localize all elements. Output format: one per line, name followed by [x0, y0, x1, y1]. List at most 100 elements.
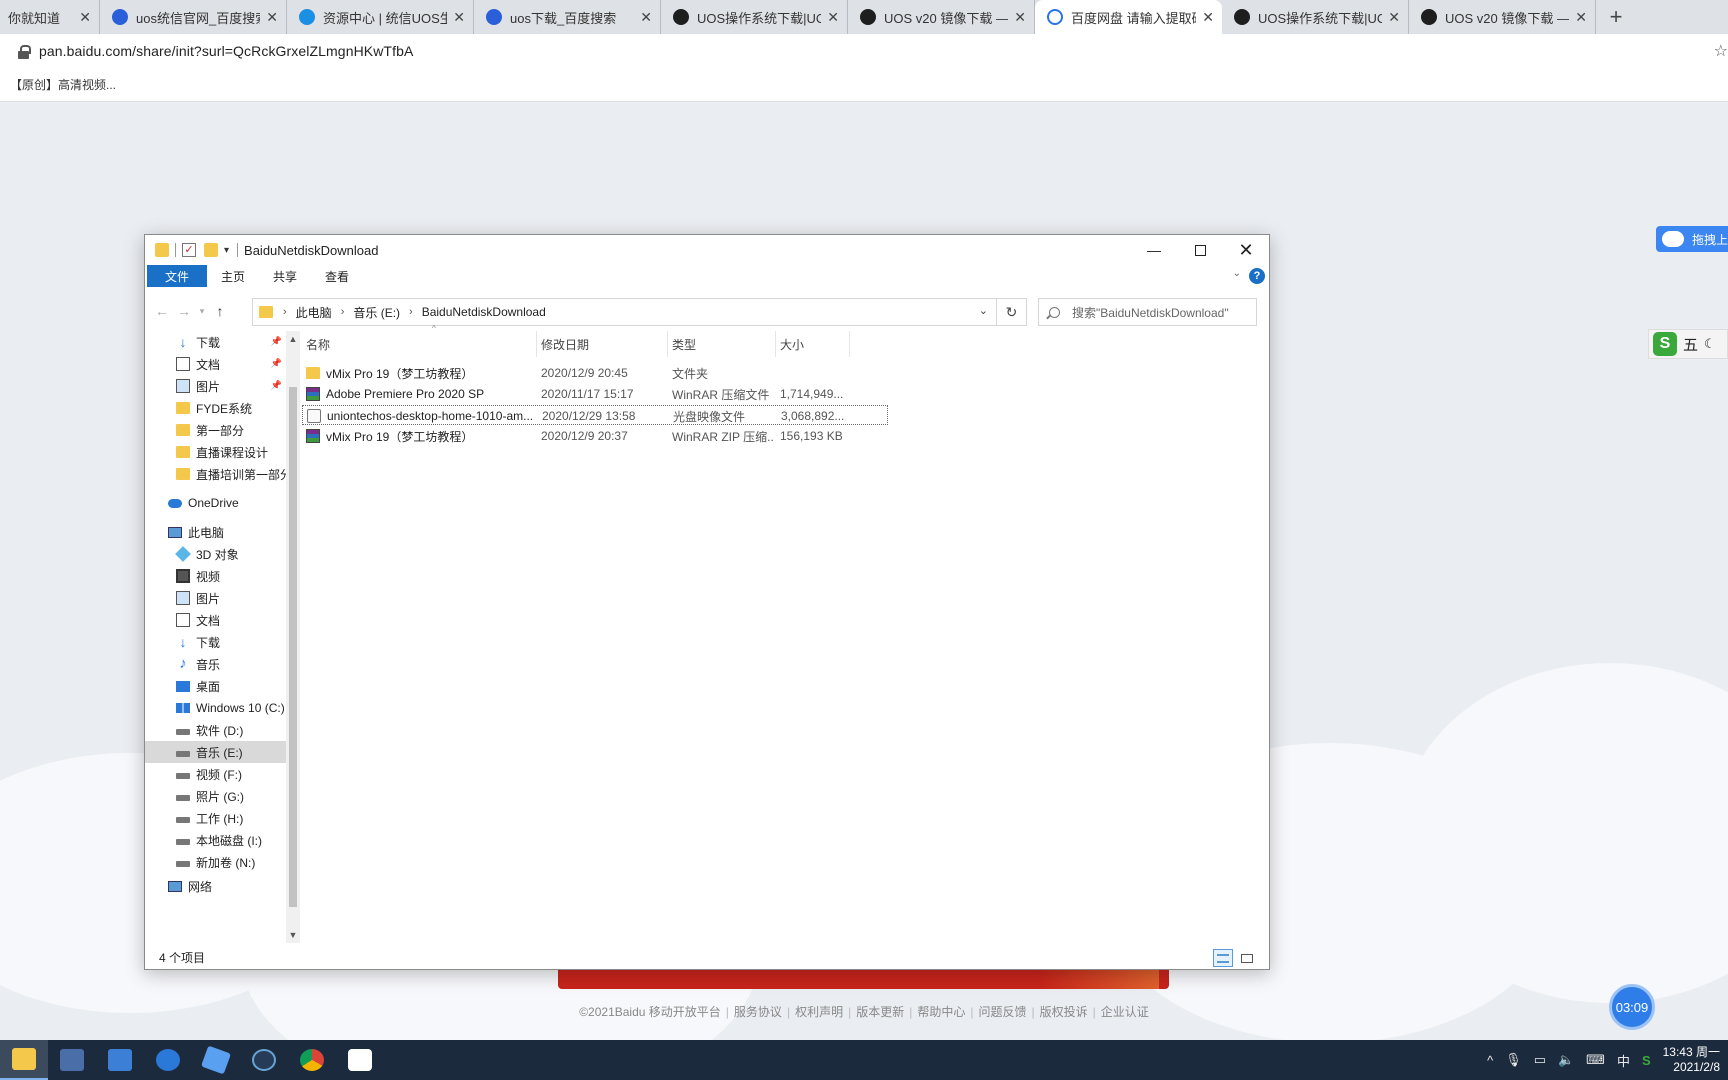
tab-close-icon[interactable]: ✕ [1575, 9, 1587, 25]
nav-item[interactable]: 第一部分 [145, 419, 286, 441]
properties-icon[interactable]: ✓ [182, 243, 196, 257]
tab-close-icon[interactable]: ✕ [1014, 9, 1026, 25]
taskbar-file-explorer[interactable] [0, 1040, 48, 1080]
ribbon-expand-icon[interactable]: ⌄ [1233, 268, 1241, 279]
nav-item[interactable]: 直播课程设计 [145, 441, 286, 463]
browser-tab[interactable]: UOS v20 镜像下载 — ✕ [848, 0, 1035, 34]
nav-item[interactable]: ↓ 下载 📌 [145, 331, 286, 353]
back-arrow-icon[interactable]: ← [151, 303, 173, 319]
footer-link[interactable]: 权利声明 [792, 1005, 846, 1019]
microphone-icon[interactable]: 🎙 [1505, 1052, 1522, 1068]
help-icon[interactable]: ? [1249, 268, 1265, 284]
nav-item[interactable]: 网络 [145, 875, 286, 897]
keyboard-icon[interactable]: ⌨ [1586, 1052, 1605, 1068]
nav-item[interactable]: 照片 (G:) [145, 785, 286, 807]
forward-arrow-icon[interactable]: → [173, 303, 195, 319]
browser-tab[interactable]: 你就知道 ✕ [0, 0, 100, 34]
address-bar[interactable]: pan.baidu.com/share/init?surl=QcRckGrxel… [0, 34, 1728, 68]
sogou-tray-icon[interactable]: S [1642, 1053, 1651, 1068]
recent-locations-icon[interactable]: ▾ [195, 306, 209, 317]
nav-item[interactable]: Windows 10 (C:) [145, 697, 286, 719]
column-header[interactable]: 修改日期 [537, 331, 668, 357]
nav-item[interactable]: 图片 [145, 587, 286, 609]
taskbar-steam[interactable] [240, 1040, 288, 1080]
chevron-right-icon[interactable]: › [283, 306, 287, 318]
ribbon-tab[interactable]: 主页 [207, 265, 259, 287]
explorer-title-bar[interactable]: ✓ ▾ BaiduNetdiskDownload — ✕ [145, 235, 1269, 265]
ribbon-tab[interactable]: 文件 [147, 265, 208, 287]
taskbar-mail[interactable] [96, 1040, 144, 1080]
taskbar-feishu[interactable] [192, 1040, 240, 1080]
browser-tab[interactable]: 百度网盘 请输入提取码 ✕ [1035, 0, 1222, 34]
pan-float-button[interactable]: 拖拽上 [1656, 226, 1728, 252]
tab-close-icon[interactable]: ✕ [266, 9, 278, 25]
nav-item[interactable]: 音乐 (E:) [145, 741, 286, 763]
search-input[interactable]: 搜索"BaiduNetdiskDownload" [1038, 298, 1257, 326]
recording-timer[interactable]: 03:09 [1609, 984, 1655, 1030]
pin-icon[interactable]: 📌 [271, 336, 282, 347]
refresh-button[interactable]: ↻ [997, 298, 1027, 326]
nav-item[interactable]: 软件 (D:) [145, 719, 286, 741]
tab-close-icon[interactable]: ✕ [640, 9, 652, 25]
quick-access-dropdown-icon[interactable]: ▾ [224, 245, 229, 256]
nav-item[interactable]: 3D 对象 [145, 543, 286, 565]
chevron-right-icon[interactable]: › [409, 306, 413, 318]
new-tab-button[interactable]: + [1596, 0, 1636, 34]
nav-item[interactable]: 视频 [145, 565, 286, 587]
nav-item[interactable]: 桌面 [145, 675, 286, 697]
nav-item[interactable]: 文档 📌 [145, 353, 286, 375]
nav-item[interactable]: ↓ 下载 [145, 631, 286, 653]
chevron-down-icon[interactable]: ⌄ [979, 304, 988, 317]
file-row[interactable]: uniontechos-desktop-home-1010-am... 2020/… [302, 405, 888, 425]
nav-item[interactable]: OneDrive [145, 492, 286, 514]
large-icons-view-button[interactable] [1237, 949, 1257, 967]
footer-link[interactable]: 帮助中心 [914, 1005, 968, 1019]
scrollbar-thumb[interactable] [289, 387, 297, 907]
volume-icon[interactable]: 🔈 [1558, 1052, 1574, 1068]
footer-link[interactable]: 服务协议 [731, 1005, 785, 1019]
bookmark-item[interactable]: 【原创】高清视频... [10, 76, 116, 93]
scroll-down-icon[interactable]: ▼ [286, 927, 300, 943]
footer-link[interactable]: 版本更新 [853, 1005, 907, 1019]
nav-item[interactable]: 视频 (F:) [145, 763, 286, 785]
pin-icon[interactable]: 📌 [271, 358, 282, 369]
ribbon-tab[interactable]: 共享 [259, 265, 311, 287]
ribbon-tab[interactable]: 查看 [311, 265, 363, 287]
browser-tab[interactable]: UOS操作系统下载|UOS ✕ [661, 0, 848, 34]
moon-icon[interactable]: ☾ [1704, 336, 1716, 352]
file-row[interactable]: Adobe Premiere Pro 2020 SP 2020/11/17 15:… [302, 384, 888, 404]
column-header[interactable]: 大小 [776, 331, 850, 357]
file-row[interactable]: vMix Pro 19（梦工坊教程） 2020/12/9 20:45 文件夹 [302, 363, 888, 383]
ime-toolbar[interactable]: S 五 ☾ [1648, 329, 1728, 359]
nav-item[interactable]: 文档 [145, 609, 286, 631]
nav-item[interactable]: 直播培训第一部分 [145, 463, 286, 485]
explorer-address-bar[interactable]: › 此电脑 › 音乐 (E:) › BaiduNetdiskDownload ⌄ [252, 298, 997, 326]
clock[interactable]: 13:43 周一 2021/2/8 [1663, 1045, 1720, 1075]
browser-tab[interactable]: UOS操作系统下载|UOS ✕ [1222, 0, 1409, 34]
nav-item[interactable]: ♪ 音乐 [145, 653, 286, 675]
browser-tab[interactable]: UOS v20 镜像下载 — ✕ [1409, 0, 1596, 34]
taskbar-ie[interactable] [144, 1040, 192, 1080]
network-icon[interactable]: ▭ [1534, 1052, 1546, 1068]
url-text[interactable]: pan.baidu.com/share/init?surl=QcRckGrxel… [39, 43, 413, 59]
new-folder-icon[interactable] [204, 243, 218, 257]
tab-close-icon[interactable]: ✕ [453, 9, 465, 25]
up-arrow-icon[interactable]: ↑ [209, 303, 231, 319]
maximize-button[interactable] [1177, 235, 1223, 265]
minimize-button[interactable]: — [1131, 235, 1177, 265]
tab-close-icon[interactable]: ✕ [1388, 9, 1400, 25]
column-header[interactable]: 名称 [302, 331, 537, 357]
footer-link[interactable]: 企业认证 [1098, 1005, 1152, 1019]
tab-close-icon[interactable]: ✕ [827, 9, 839, 25]
breadcrumb-item[interactable]: 此电脑 [296, 304, 332, 321]
tab-close-icon[interactable]: ✕ [1202, 9, 1214, 25]
taskbar-chrome[interactable] [288, 1040, 336, 1080]
nav-item[interactable]: 本地磁盘 (I:) [145, 829, 286, 851]
pin-icon[interactable]: 📌 [271, 380, 282, 391]
details-view-button[interactable] [1213, 949, 1233, 967]
taskbar-baidu-netdisk[interactable] [336, 1040, 384, 1080]
browser-tab[interactable]: 资源中心 | 统信UOS生态社区 ✕ [287, 0, 474, 34]
nav-item[interactable]: 此电脑 [145, 521, 286, 543]
browser-tab[interactable]: uos统信官网_百度搜索 ✕ [100, 0, 287, 34]
footer-link[interactable]: 问题反馈 [975, 1005, 1029, 1019]
